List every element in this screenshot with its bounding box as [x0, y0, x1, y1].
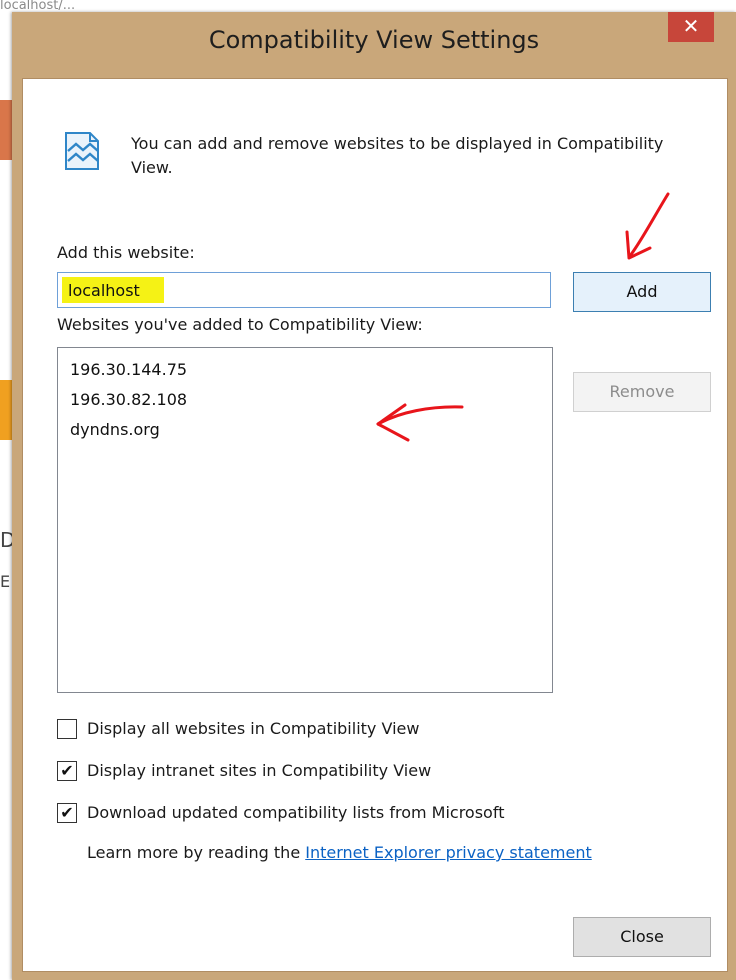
privacy-statement-link[interactable]: Internet Explorer privacy statement: [305, 843, 592, 862]
title-bar[interactable]: Compatibility View Settings ✕: [12, 12, 736, 78]
list-item[interactable]: 196.30.82.108: [70, 390, 187, 409]
dialog-title: Compatibility View Settings: [208, 26, 540, 54]
checkmark-icon: ✔: [60, 761, 74, 780]
checkbox-display-all[interactable]: [57, 719, 77, 739]
close-button[interactable]: Close: [573, 917, 711, 957]
add-website-input[interactable]: [57, 272, 551, 308]
option-label: Display intranet sites in Compatibility …: [87, 761, 432, 780]
learn-more-prefix: Learn more by reading the: [87, 843, 306, 862]
add-website-label: Add this website:: [57, 243, 195, 262]
remove-button[interactable]: Remove: [573, 372, 711, 412]
close-icon[interactable]: ✕: [668, 12, 714, 42]
list-item[interactable]: dyndns.org: [70, 420, 160, 439]
compatibility-view-dialog: Compatibility View Settings ✕ You can ad…: [12, 12, 736, 980]
compat-view-page-icon: [65, 132, 99, 170]
websites-list-label: Websites you've added to Compatibility V…: [57, 315, 423, 334]
learn-more-text: Learn more by reading the Internet Explo…: [87, 843, 592, 862]
background-yellow-strip: [0, 380, 12, 440]
background-letter: E: [0, 572, 11, 591]
checkbox-display-intranet[interactable]: ✔: [57, 761, 77, 781]
checkmark-icon: ✔: [60, 803, 74, 822]
dialog-body: You can add and remove websites to be di…: [22, 78, 728, 972]
list-item[interactable]: 196.30.144.75: [70, 360, 187, 379]
info-text: You can add and remove websites to be di…: [131, 134, 664, 177]
checkbox-download-lists[interactable]: ✔: [57, 803, 77, 823]
option-label: Download updated compatibility lists fro…: [87, 803, 505, 822]
add-button[interactable]: Add: [573, 272, 711, 312]
background-orange-strip: [0, 100, 12, 160]
option-label: Display all websites in Compatibility Vi…: [87, 719, 420, 738]
add-website-field[interactable]: [58, 273, 550, 307]
websites-list[interactable]: 196.30.144.75 196.30.82.108 dyndns.org: [57, 347, 553, 693]
